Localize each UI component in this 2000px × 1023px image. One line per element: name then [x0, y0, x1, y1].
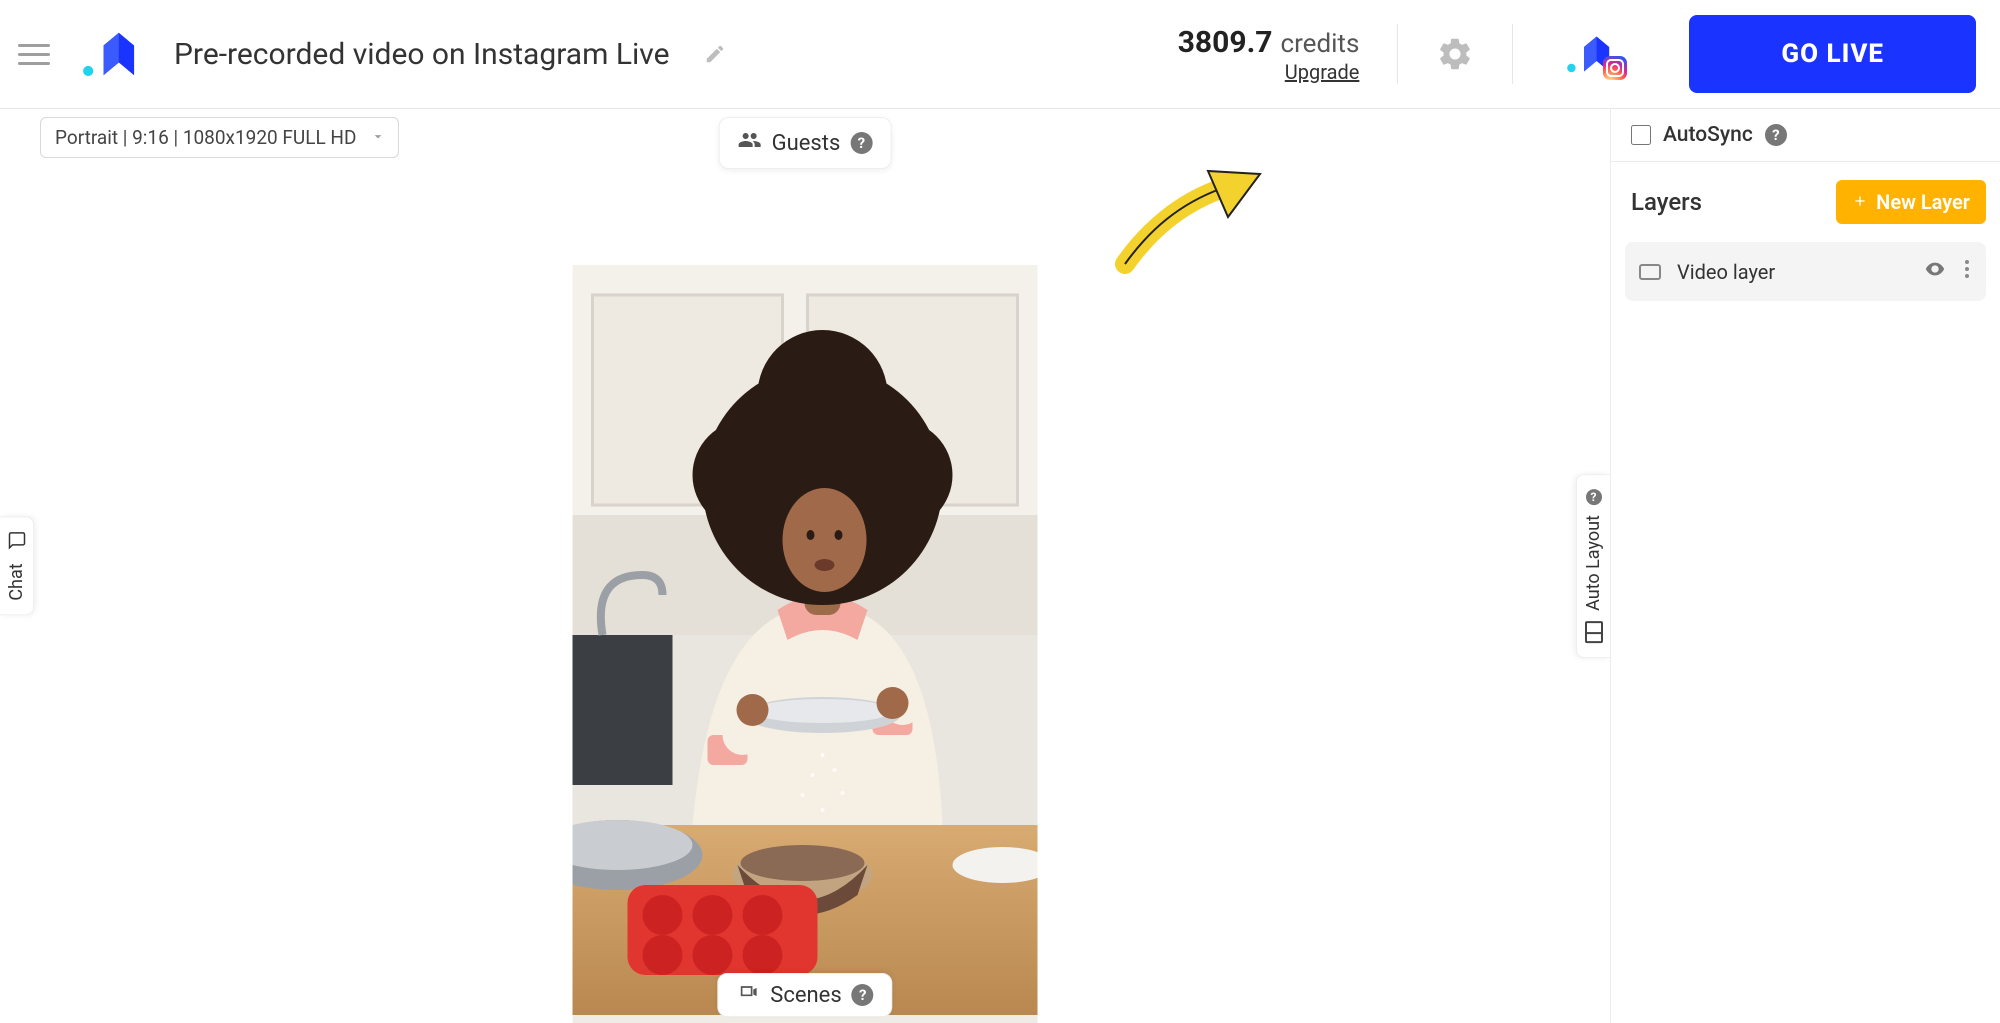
upgrade-link[interactable]: Upgrade: [1178, 60, 1360, 84]
scenes-label: Scenes: [770, 983, 841, 1008]
chat-label: Chat: [6, 563, 27, 600]
layers-header: Layers New Layer: [1611, 162, 2000, 242]
go-live-button[interactable]: GO LIVE: [1689, 15, 1976, 93]
body-row: Portrait | 9:16 | 1080x1920 FULL HD Gues…: [0, 109, 2000, 1023]
video-preview[interactable]: [573, 265, 1038, 1023]
people-icon: [738, 128, 762, 158]
chat-tab[interactable]: Chat: [0, 516, 34, 615]
top-bar: Pre-recorded video on Instagram Live 380…: [0, 0, 2000, 109]
layer-name: Video layer: [1677, 260, 1775, 284]
chevron-down-icon: [370, 126, 386, 149]
autolayout-tab[interactable]: ? Auto Layout: [1576, 474, 1610, 658]
help-icon[interactable]: ?: [1765, 124, 1787, 146]
chat-icon: [8, 531, 26, 553]
instagram-badge-icon: [1603, 56, 1627, 80]
kebab-icon[interactable]: [1962, 259, 1972, 284]
autosync-label: AutoSync: [1663, 123, 1753, 147]
eye-icon[interactable]: [1924, 258, 1946, 285]
stage: Portrait | 9:16 | 1080x1920 FULL HD Gues…: [0, 109, 1610, 1023]
gear-icon[interactable]: [1426, 35, 1484, 73]
destination-account[interactable]: [1541, 24, 1641, 84]
credits-block: 3809.7 credits Upgrade: [1178, 25, 1360, 84]
autosync-checkbox[interactable]: [1631, 125, 1651, 145]
project-title: Pre-recorded video on Instagram Live: [174, 37, 670, 72]
stage-topstrip: Portrait | 9:16 | 1080x1920 FULL HD Gues…: [0, 117, 1610, 158]
guests-label: Guests: [772, 131, 841, 156]
new-layer-button[interactable]: New Layer: [1836, 180, 1986, 224]
layer-item[interactable]: Video layer: [1625, 242, 1986, 301]
menu-icon[interactable]: [18, 44, 50, 65]
divider: [1512, 24, 1513, 84]
help-icon[interactable]: ?: [1586, 489, 1602, 505]
aspect-select[interactable]: Portrait | 9:16 | 1080x1920 FULL HD: [40, 117, 399, 158]
help-icon[interactable]: ?: [852, 984, 874, 1006]
preview-illustration: [573, 265, 1038, 1023]
scene-icon: [736, 982, 760, 1008]
help-icon[interactable]: ?: [850, 132, 872, 154]
app-root: Pre-recorded video on Instagram Live 380…: [0, 0, 2000, 1023]
credits-label: credits: [1280, 29, 1359, 59]
annotation-arrow: [1110, 169, 1270, 279]
camera-icon: [1639, 264, 1661, 280]
layers-heading: Layers: [1631, 188, 1702, 216]
credits-amount: 3809.7: [1178, 25, 1273, 60]
right-panel: AutoSync ? Layers New Layer Video layer: [1610, 109, 2000, 1023]
guests-button[interactable]: Guests ?: [719, 117, 892, 169]
app-logo[interactable]: [78, 26, 146, 82]
autolayout-label: Auto Layout: [1583, 515, 1604, 611]
autosync-row: AutoSync ?: [1611, 109, 2000, 162]
plus-icon: [1852, 190, 1868, 214]
new-layer-label: New Layer: [1876, 190, 1970, 214]
scenes-button[interactable]: Scenes ?: [717, 973, 892, 1017]
pencil-icon[interactable]: [704, 43, 726, 65]
divider: [1397, 24, 1398, 84]
grid-icon: [1585, 621, 1603, 643]
aspect-label: Portrait | 9:16 | 1080x1920 FULL HD: [55, 126, 356, 149]
